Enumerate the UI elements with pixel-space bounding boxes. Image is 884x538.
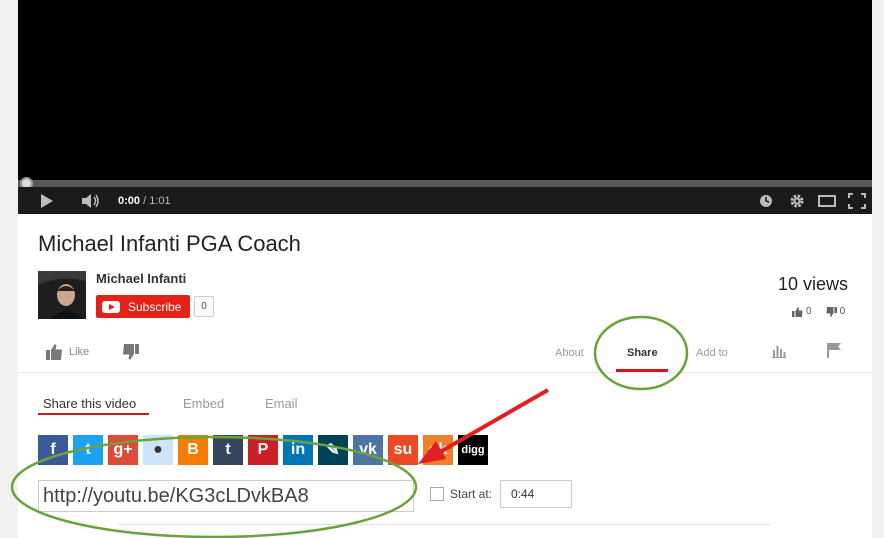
digg-icon[interactable]: digg (458, 435, 488, 465)
odnoklassniki-icon[interactable]: ok (423, 435, 453, 465)
tab-email[interactable]: Email (265, 396, 298, 411)
gear-icon[interactable] (788, 192, 806, 210)
dislike-button[interactable] (122, 344, 139, 360)
like-button[interactable]: Like (46, 344, 89, 360)
tumblr-icon[interactable]: t (213, 435, 243, 465)
video-info-card: Michael Infanti PGA Coach Michael Infant… (18, 214, 872, 538)
player-controls: 0:00 / 1:01 (18, 187, 872, 214)
start-at-label: Start at: (450, 487, 493, 501)
start-at-checkbox[interactable] (430, 487, 444, 501)
divider (18, 372, 872, 373)
subscribe-label: Subscribe (128, 299, 182, 314)
share-sub-tab-underline (38, 413, 149, 415)
thumbs-up-icon (792, 306, 803, 317)
subscribe-button[interactable]: Subscribe (96, 295, 190, 318)
subscriber-count: 0 (194, 296, 214, 317)
tab-share[interactable]: Share (627, 347, 658, 359)
youtube-icon (102, 300, 120, 313)
duration: / 1:01 (143, 195, 171, 207)
tab-share-this-video[interactable]: Share this video (43, 396, 136, 411)
play-icon[interactable] (38, 192, 56, 210)
left-gutter (0, 0, 18, 538)
divider (118, 524, 770, 525)
mini-like-count: 0 (806, 306, 812, 317)
like-label: Like (69, 346, 90, 358)
statistics-icon[interactable] (772, 344, 786, 361)
avatar[interactable] (38, 271, 86, 319)
livejournal-icon[interactable]: ✎ (318, 435, 348, 465)
current-time: 0:00 (118, 195, 141, 207)
mini-dislike-count: 0 (839, 306, 846, 317)
reddit-icon[interactable]: ● (143, 435, 173, 465)
thumbs-down-icon (123, 344, 139, 360)
thumbs-down-icon (826, 306, 837, 317)
action-row: Like About Share Add to (18, 334, 872, 372)
blogger-icon[interactable]: B (178, 435, 208, 465)
linkedin-icon[interactable]: in (283, 435, 313, 465)
right-gutter (872, 0, 884, 538)
page: 0:00 / 1:01 Michael Infanti PGA Coach Mi… (0, 0, 884, 538)
progress-bar[interactable] (18, 180, 872, 187)
channel-name[interactable]: Michael Infanti (96, 271, 186, 286)
view-count: 10 views (778, 274, 849, 294)
google-plus-icon[interactable]: g+ (108, 435, 138, 465)
tab-embed[interactable]: Embed (183, 396, 224, 411)
video-player[interactable]: 0:00 / 1:01 (18, 0, 872, 214)
stumbleupon-icon[interactable]: su (388, 435, 418, 465)
watch-later-icon[interactable] (758, 192, 774, 210)
like-stats: 0 0 (792, 306, 845, 317)
tab-about[interactable]: About (555, 347, 584, 359)
vk-icon[interactable]: vk (353, 435, 383, 465)
pinterest-icon[interactable]: P (248, 435, 278, 465)
start-at-input[interactable]: 0:44 (500, 480, 572, 508)
twitter-icon[interactable]: t (73, 435, 103, 465)
volume-icon[interactable] (80, 192, 102, 210)
tab-add-to[interactable]: Add to (696, 347, 728, 359)
share-url-field[interactable]: http://youtu.be/KG3cLDvkBA8 (38, 480, 414, 512)
flag-icon[interactable] (827, 343, 841, 361)
social-share-buttons: f t g+ ● Bt Pin ✎ vk su ok digg (38, 435, 488, 465)
video-title: Michael Infanti PGA Coach (38, 231, 301, 256)
fullscreen-icon[interactable] (846, 192, 868, 210)
facebook-icon[interactable]: f (38, 435, 68, 465)
mini-dislike: 0 (826, 306, 846, 317)
mini-like: 0 (792, 306, 812, 317)
theater-mode-icon[interactable] (816, 192, 838, 210)
thumbs-up-icon (46, 344, 62, 360)
time-display: 0:00 / 1:01 (118, 192, 198, 210)
